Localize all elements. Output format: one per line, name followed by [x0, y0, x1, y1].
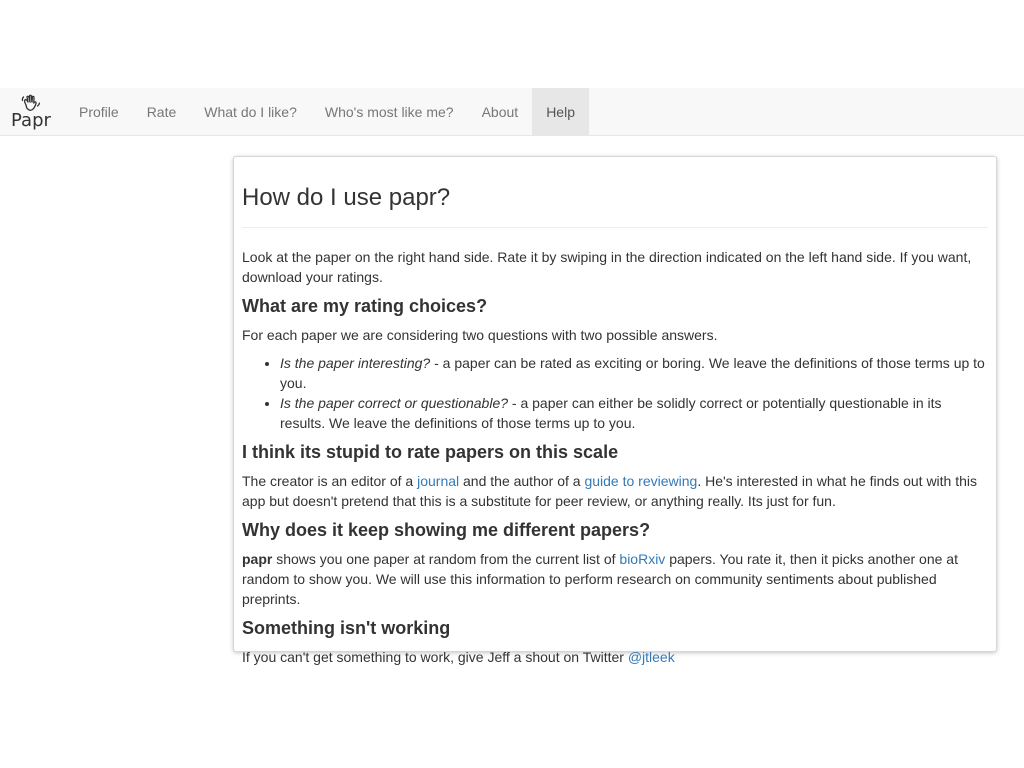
help-panel: How do I use papr? Look at the paper on …	[233, 156, 997, 665]
nav-help[interactable]: Help	[532, 88, 589, 136]
twitter-link[interactable]: @jtleek	[628, 649, 675, 665]
text-segment: The creator is an editor of a	[242, 473, 418, 490]
list-item: Is the paper interesting? - a paper can …	[280, 353, 988, 393]
nav-rate[interactable]: Rate	[133, 88, 191, 136]
stupid-scale-text: The creator is an editor of a journal an…	[242, 471, 988, 511]
navbar: Papr Profile Rate What do I like? Who's …	[0, 88, 1024, 136]
rating-choices-list: Is the paper interesting? - a paper can …	[242, 353, 988, 433]
papr-name: papr	[242, 550, 273, 567]
nav-what-do-i-like[interactable]: What do I like?	[190, 88, 311, 136]
nav-about[interactable]: About	[468, 88, 533, 136]
biorxiv-link[interactable]: bioRxiv	[619, 551, 665, 567]
text-segment: and the author of a	[459, 473, 585, 490]
rating-choices-intro: For each paper we are considering two qu…	[242, 327, 718, 344]
stupid-scale-heading: I think its stupid to rate papers on thi…	[242, 442, 619, 463]
text-segment: shows you one paper at random from the c…	[272, 550, 620, 567]
intro-text: Look at the paper on the right hand side…	[242, 249, 972, 286]
main-nav: Profile Rate What do I like? Who's most …	[65, 88, 589, 136]
question-label: Is the paper correct or questionable?	[280, 395, 509, 412]
rating-choices-heading: What are my rating choices?	[242, 296, 488, 317]
journal-link[interactable]: journal	[417, 473, 459, 489]
brand-logo-link[interactable]: Papr	[0, 88, 62, 136]
guide-to-reviewing-link[interactable]: guide to reviewing	[584, 473, 697, 489]
different-papers-heading: Why does it keep showing me different pa…	[242, 520, 651, 541]
different-papers-text: papr shows you one paper at random from …	[242, 549, 988, 609]
text-segment: If you can't get something to work, give…	[242, 648, 628, 665]
nav-whos-most-like-me[interactable]: Who's most like me?	[311, 88, 468, 136]
page-title: How do I use papr?	[242, 184, 988, 229]
not-working-text: If you can't get something to work, give…	[242, 647, 988, 667]
brand-name: Papr	[11, 110, 51, 131]
question-label: Is the paper interesting?	[280, 355, 431, 372]
nav-profile[interactable]: Profile	[65, 88, 133, 136]
not-working-heading: Something isn't working	[242, 617, 451, 638]
list-item: Is the paper correct or questionable? - …	[280, 393, 988, 433]
